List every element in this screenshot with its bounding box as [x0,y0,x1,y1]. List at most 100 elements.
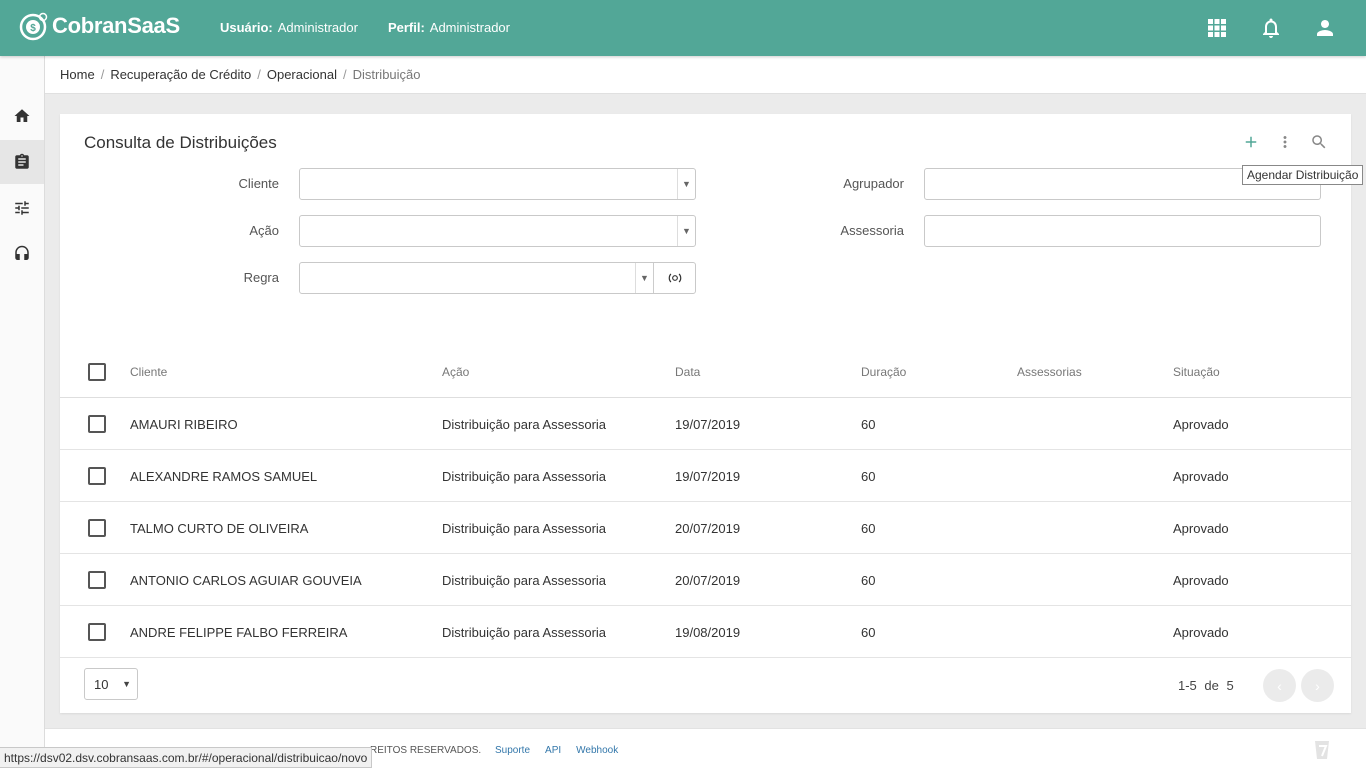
distribution-query-card: Consulta de Distribuições Cliente ▼ Ação… [60,114,1351,713]
breadcrumb-distribuicao: Distribuição [352,67,421,82]
cell-data: 20/07/2019 [675,572,741,588]
row-checkbox[interactable] [88,623,106,641]
cliente-select[interactable]: ▼ [299,168,696,200]
next-page-button[interactable]: › [1301,669,1334,702]
pagination-range: 1-5 [1178,678,1197,693]
breadcrumb-separator: / [100,67,105,82]
cell-acao: Distribuição para Assessoria [442,416,607,432]
browser-status-url: https://dsv02.dsv.cobransaas.com.br/#/op… [0,747,373,768]
cell-cliente: ALEXANDRE RAMOS SAMUEL [130,468,318,484]
tune-icon [15,201,29,215]
footer-logo-icon [1315,741,1329,759]
footer-links: Suporte API Webhook [495,745,618,756]
agrupador-label: Agrupador [843,176,904,191]
cell-cliente: TALMO CURTO DE OLIVEIRA [130,520,309,536]
breadcrumb-recuperacao[interactable]: Recuperação de Crédito [110,67,251,82]
user-account-icon[interactable] [1313,16,1337,40]
footer-link-api[interactable]: API [545,745,561,756]
cell-situacao: Aprovado [1173,520,1229,536]
cell-duracao: 60 [861,572,876,588]
brand-name: CobranSaaS [52,13,180,38]
search-button[interactable] [1309,132,1329,152]
cell-situacao: Aprovado [1173,624,1229,640]
user-label: Usuário: [220,20,273,35]
apps-grid-icon[interactable] [1205,16,1229,40]
pagination-of: de [1204,678,1219,693]
cell-data: 19/07/2019 [675,416,741,432]
previous-page-button[interactable]: ‹ [1263,669,1296,702]
column-header-data[interactable]: Data [675,346,700,398]
chevron-left-icon: ‹ [1277,677,1282,694]
sidebar-item-support[interactable] [0,232,44,276]
regra-label: Regra [243,270,279,285]
regra-select[interactable]: ▼ [299,262,696,294]
chevron-right-icon: › [1315,677,1320,694]
more-options-button[interactable] [1275,132,1295,152]
cell-duracao: 60 [861,468,876,484]
pagination-total: 5 [1226,678,1234,693]
svg-text:$: $ [30,23,36,34]
user-value: Administrador [277,20,358,35]
cell-cliente: ANDRE FELIPPE FALBO FERREIRA [130,624,348,640]
chevron-down-icon: ▼ [122,679,131,689]
cell-acao: Distribuição para Assessoria [442,468,607,484]
cell-situacao: Aprovado [1173,468,1229,484]
table-row[interactable]: ANTONIO CARLOS AGUIAR GOUVEIA Distribuiç… [60,554,1351,606]
regra-lookup-button[interactable] [653,263,695,293]
page-size-select[interactable]: 10 ▼ [84,668,138,700]
table-header: Cliente Ação Data Duração Assessorias Si… [60,346,1351,398]
select-all-checkbox[interactable] [88,363,106,381]
column-header-situacao[interactable]: Situação [1173,346,1220,398]
more-vert-icon [1283,136,1287,148]
search-icon [1312,135,1326,149]
cell-data: 19/07/2019 [675,468,741,484]
add-distribution-button[interactable] [1241,132,1261,152]
headset-icon [15,245,29,260]
table-row[interactable]: ALEXANDRE RAMOS SAMUEL Distribuição para… [60,450,1351,502]
bell-icon[interactable] [1259,16,1283,40]
breadcrumb-operacional[interactable]: Operacional [267,67,337,82]
footer-link-suporte[interactable]: Suporte [495,745,530,756]
table-row[interactable]: TALMO CURTO DE OLIVEIRA Distribuição par… [60,502,1351,554]
cliente-label: Cliente [238,176,279,191]
cell-cliente: AMAURI RIBEIRO [130,416,238,432]
cell-cliente: ANTONIO CARLOS AGUIAR GOUVEIA [130,572,362,588]
column-header-duracao[interactable]: Duração [861,346,906,398]
pagination-info: 1-5 de 5 [1178,678,1234,693]
home-icon [14,109,30,122]
acao-select[interactable]: ▼ [299,215,696,247]
page-size-value: 10 [94,676,109,692]
row-checkbox[interactable] [88,519,106,537]
row-checkbox[interactable] [88,571,106,589]
sidebar-item-home[interactable] [0,94,44,138]
chevron-down-icon: ▼ [677,216,695,246]
cell-acao: Distribuição para Assessoria [442,572,607,588]
breadcrumb: Home / Recuperação de Crédito / Operacio… [45,56,1366,94]
assessoria-label: Assessoria [840,223,904,238]
cell-duracao: 60 [861,416,876,432]
logo-icon: $ [19,12,48,41]
page-title: Consulta de Distribuições [84,133,277,152]
user-field: Usuário: Administrador [220,20,358,35]
brand-logo[interactable]: $ CobranSaaS [19,11,180,41]
table-row[interactable]: ANDRE FELIPPE FALBO FERREIRA Distribuiçã… [60,606,1351,658]
tooltip-agendar-distribuicao: Agendar Distribuição [1242,165,1364,185]
column-header-cliente[interactable]: Cliente [130,346,167,398]
cell-situacao: Aprovado [1173,572,1229,588]
chevron-down-icon: ▼ [677,169,695,199]
column-header-assessorias[interactable]: Assessorias [1017,346,1082,398]
assessoria-input[interactable] [924,215,1321,247]
card-actions [1241,132,1329,152]
footer-link-webhook[interactable]: Webhook [576,745,618,756]
table-row[interactable]: AMAURI RIBEIRO Distribuição para Assesso… [60,398,1351,450]
row-checkbox[interactable] [88,467,106,485]
sidebar-item-settings[interactable] [0,186,44,230]
profile-label: Perfil: [387,20,425,35]
cell-duracao: 60 [861,624,876,640]
breadcrumb-home[interactable]: Home [60,67,95,82]
cell-situacao: Aprovado [1173,416,1229,432]
column-header-acao[interactable]: Ação [442,346,469,398]
sidebar-item-assignment[interactable] [0,140,44,184]
clipboard-icon [15,153,29,169]
row-checkbox[interactable] [88,415,106,433]
